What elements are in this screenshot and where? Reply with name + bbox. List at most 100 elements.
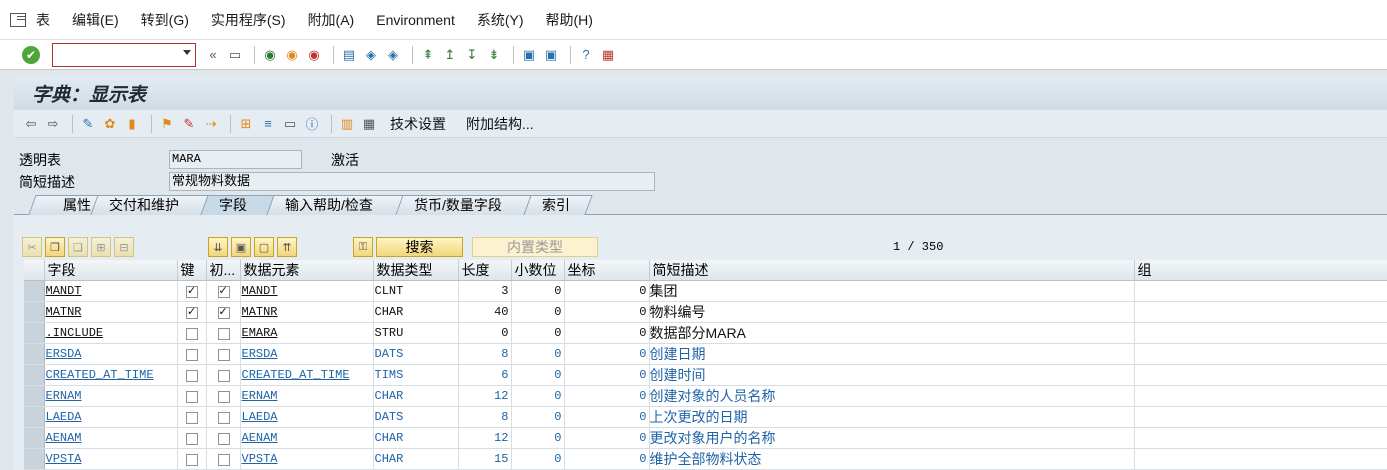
first-page-icon[interactable]: ⇞ — [419, 46, 437, 64]
tab-delivery-maintenance[interactable]: 交付和维护 — [90, 195, 216, 215]
data-element-link[interactable]: EMARA — [242, 326, 278, 340]
structure-icon[interactable]: ▥ — [338, 115, 356, 133]
create-session-icon[interactable]: ▣ — [520, 46, 538, 64]
initial-checkbox[interactable] — [217, 328, 230, 341]
row-selector[interactable] — [24, 406, 45, 428]
display-change-icon[interactable]: ✎ — [79, 115, 97, 133]
tab-input-help-check[interactable]: 输入帮助/检查 — [266, 195, 406, 215]
tab-currency-quantity[interactable]: 货币/数量字段 — [395, 195, 533, 215]
data-element-link[interactable]: AENAM — [242, 431, 278, 445]
field-name-link[interactable]: .INCLUDE — [46, 326, 104, 340]
row-selector[interactable] — [24, 301, 45, 323]
field-name-link[interactable]: CREATED_AT_TIME — [46, 368, 154, 382]
column-header[interactable]: 组 — [1134, 260, 1387, 281]
select-all-icon[interactable]: ▣ — [231, 237, 251, 257]
column-header[interactable]: 简短描述 — [649, 260, 1135, 281]
row-selector[interactable] — [24, 385, 45, 407]
sort-up-icon[interactable]: ⇈ — [277, 237, 297, 257]
arrow-right-icon[interactable]: ⇨ — [44, 115, 62, 133]
column-header[interactable]: 小数位 — [511, 260, 565, 281]
search-button[interactable]: 搜索 — [376, 237, 463, 257]
field-name-link[interactable]: MANDT — [46, 284, 82, 298]
where-used-icon[interactable]: ⇢ — [202, 115, 220, 133]
menu-system[interactable]: 系统(Y) — [477, 10, 524, 30]
column-header[interactable]: 初... — [206, 260, 241, 281]
initial-checkbox[interactable] — [217, 391, 230, 404]
arrow-left-icon[interactable]: ⇦ — [22, 115, 40, 133]
find-next-icon[interactable]: ◈ — [384, 46, 402, 64]
find-icon[interactable]: ◈ — [362, 46, 380, 64]
row-selector[interactable] — [24, 343, 45, 365]
row-selector[interactable] — [24, 427, 45, 449]
other-object-icon[interactable]: ✿ — [101, 115, 119, 133]
data-element-link[interactable]: LAEDA — [242, 410, 278, 424]
table-menu-icon[interactable] — [10, 12, 26, 27]
initial-checkbox[interactable] — [217, 349, 230, 362]
menu-goto[interactable]: 转到(G) — [141, 10, 189, 30]
save-icon[interactable]: ▭ — [226, 46, 244, 64]
column-header[interactable]: 数据元素 — [240, 260, 374, 281]
last-page-icon[interactable]: ⇟ — [485, 46, 503, 64]
key-checkbox[interactable] — [186, 433, 198, 446]
row-selector[interactable] — [24, 322, 45, 344]
key-checkbox[interactable] — [186, 328, 198, 341]
menu-edit[interactable]: 编辑(E) — [72, 10, 119, 30]
key-checkbox[interactable] — [186, 412, 198, 425]
initial-checkbox[interactable] — [217, 454, 230, 467]
collapse-icon[interactable]: « — [204, 46, 222, 64]
copy-icon[interactable]: ❐ — [45, 237, 65, 257]
exit-icon[interactable]: ◉ — [283, 46, 301, 64]
data-element-link[interactable]: ERSDA — [242, 347, 278, 361]
field-name-link[interactable]: AENAM — [46, 431, 82, 445]
technical-settings-button[interactable]: 技术设置 — [390, 114, 446, 134]
initial-checkbox[interactable] — [217, 284, 230, 299]
previous-page-icon[interactable]: ↥ — [441, 46, 459, 64]
key-checkbox[interactable] — [186, 454, 198, 467]
menu-environment[interactable]: Environment — [376, 12, 455, 28]
field-name-link[interactable]: VPSTA — [46, 452, 82, 466]
data-element-link[interactable]: ERNAM — [242, 389, 278, 403]
column-header[interactable]: 键 — [177, 260, 207, 281]
field-name-link[interactable]: MATNR — [46, 305, 82, 319]
data-element-link[interactable]: VPSTA — [242, 452, 278, 466]
tab-fields[interactable]: 字段 — [200, 195, 276, 215]
builtin-type-button[interactable]: 内置类型 — [472, 237, 598, 257]
layout-menu-icon[interactable]: ▦ — [599, 46, 617, 64]
row-selector[interactable] — [24, 280, 45, 302]
key-checkbox[interactable] — [186, 305, 198, 320]
help-icon[interactable]: ? — [577, 46, 595, 64]
key-checkbox[interactable] — [186, 284, 198, 299]
menu-table[interactable]: 表 — [36, 10, 50, 30]
initial-checkbox[interactable] — [217, 433, 230, 446]
hierarchy-icon[interactable]: ⊞ — [237, 115, 255, 133]
row-selector[interactable] — [24, 448, 45, 470]
field-name-link[interactable]: ERSDA — [46, 347, 82, 361]
initial-checkbox[interactable] — [217, 305, 230, 320]
tab-indexes[interactable]: 索引 — [523, 195, 593, 215]
print-icon[interactable]: ▤ — [340, 46, 358, 64]
insert-row-icon[interactable]: ⊞ — [91, 237, 111, 257]
menu-help[interactable]: 帮助(H) — [546, 10, 593, 30]
activate-icon[interactable]: ▮ — [123, 115, 141, 133]
field-name-link[interactable]: ERNAM — [46, 389, 82, 403]
check-icon[interactable]: ⚑ — [158, 115, 176, 133]
test-icon[interactable]: ✎ — [180, 115, 198, 133]
deselect-all-icon[interactable]: ▢ — [254, 237, 274, 257]
cancel-icon[interactable]: ◉ — [305, 46, 323, 64]
field-name-link[interactable]: LAEDA — [46, 410, 82, 424]
column-header[interactable]: 字段 — [44, 260, 178, 281]
data-element-link[interactable]: CREATED_AT_TIME — [242, 368, 350, 382]
key-checkbox[interactable] — [186, 349, 198, 362]
enter-check-icon[interactable]: ✔ — [22, 45, 40, 64]
delete-row-icon[interactable]: ⊟ — [114, 237, 134, 257]
next-page-icon[interactable]: ↧ — [463, 46, 481, 64]
command-field[interactable] — [52, 42, 196, 67]
key-icon[interactable]: ⚿ — [353, 237, 373, 257]
align-icon[interactable]: ≡ — [259, 115, 277, 133]
paste-icon[interactable]: ❏ — [68, 237, 88, 257]
frame-icon[interactable]: ▭ — [281, 115, 299, 133]
column-header[interactable]: 坐标 — [564, 260, 650, 281]
row-selector-header[interactable] — [24, 260, 45, 281]
data-element-link[interactable]: MANDT — [242, 284, 278, 298]
append-structure-button[interactable]: 附加结构... — [466, 114, 534, 134]
